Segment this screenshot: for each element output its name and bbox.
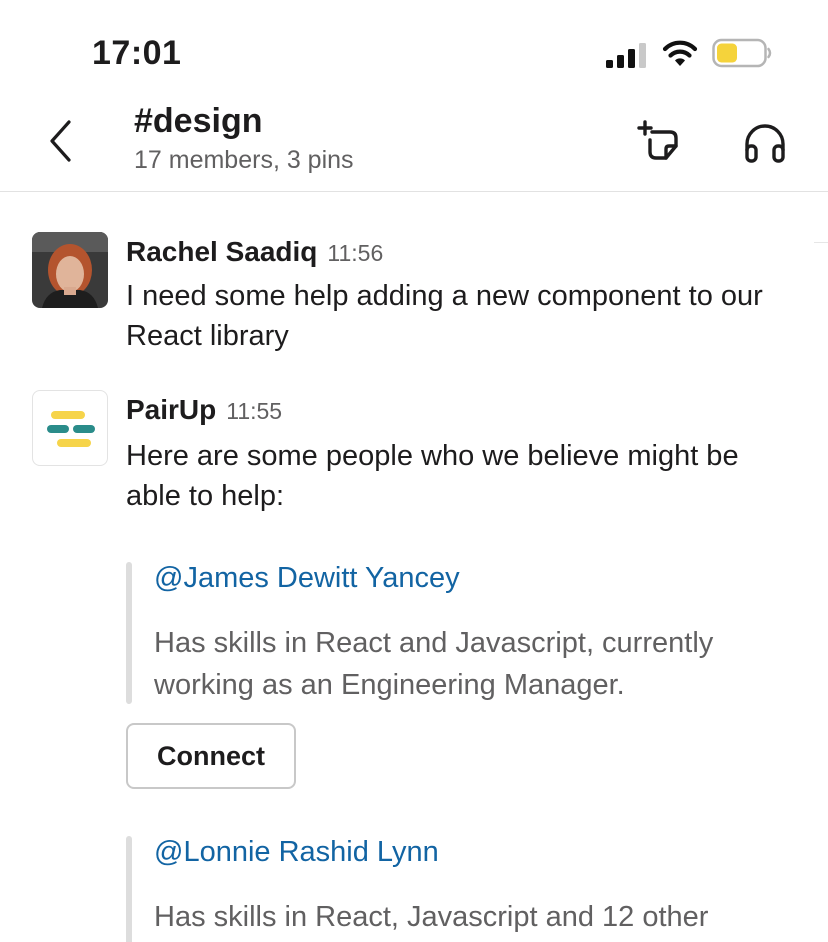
channel-meta[interactable]: 17 members, 3 pins (134, 146, 354, 175)
connect-button[interactable]: Connect (126, 723, 296, 789)
attachment-bar (126, 562, 132, 704)
status-bar: 17:01 (0, 0, 828, 100)
message-text: Here are some people who we believe migh… (126, 440, 739, 512)
message-timestamp: 11:56 (327, 240, 384, 266)
attachment-bar (126, 836, 132, 942)
suggestion-card: @James Dewitt Yancey Has skills in React… (126, 562, 806, 704)
message-author[interactable]: Rachel Saadiq 11:56 (126, 236, 383, 268)
headphones-icon[interactable] (742, 120, 788, 164)
suggestion-card: @Lonnie Rashid Lynn Has skills in React,… (126, 836, 806, 942)
cellular-signal-icon (606, 43, 646, 68)
message: PairUp 11:55 Here are some people who we … (0, 390, 828, 942)
pairup-logo[interactable] (32, 390, 108, 466)
battery-icon (712, 38, 772, 68)
new-canvas-icon[interactable] (636, 118, 684, 166)
message-text: I need some help adding a new component … (126, 280, 763, 352)
message-timestamp: 11:55 (226, 398, 283, 424)
message-author[interactable]: PairUp 11:55 (126, 394, 282, 426)
message: Rachel Saadiq 11:56 I need some help addi… (0, 232, 828, 362)
suggestion-description: Has skills in React, Javascript and 12 o… (154, 901, 709, 933)
user-mention-link[interactable]: @James Dewitt Yancey (154, 562, 460, 595)
author-name[interactable]: PairUp (126, 394, 216, 425)
user-mention-link[interactable]: @Lonnie Rashid Lynn (154, 836, 439, 869)
wifi-icon (662, 40, 698, 66)
author-name[interactable]: Rachel Saadiq (126, 236, 317, 267)
channel-header: #design 17 members, 3 pins (0, 100, 828, 192)
channel-name[interactable]: #design (134, 102, 262, 141)
avatar[interactable] (32, 232, 108, 308)
chevron-left-icon[interactable] (42, 118, 82, 164)
status-time: 17:01 (92, 34, 182, 72)
suggestion-description: Has skills in React and Javascript, curr… (154, 627, 714, 701)
pairup-logo-icon (47, 411, 95, 447)
rachel-avatar-image (32, 232, 108, 308)
